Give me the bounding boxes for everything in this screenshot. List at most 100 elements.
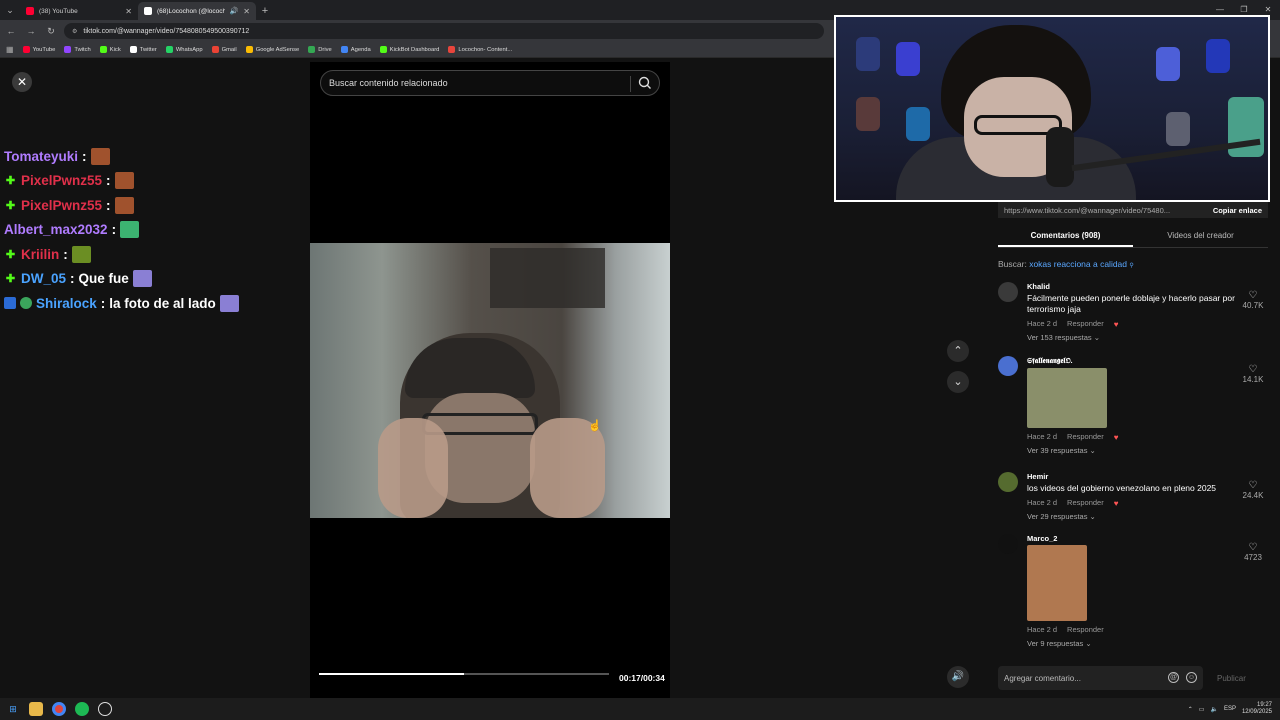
- streamer-webcam: [834, 15, 1270, 202]
- avatar[interactable]: [998, 472, 1018, 492]
- like-button[interactable]: ♡ 24.4K: [1238, 480, 1268, 500]
- avatar[interactable]: [998, 356, 1018, 376]
- search-query-link[interactable]: xokas reacciona a calidad: [1029, 259, 1127, 269]
- chat-username[interactable]: Albert_max2032: [4, 222, 108, 237]
- chat-username[interactable]: Kriilin: [21, 247, 59, 262]
- forward-icon[interactable]: →: [24, 26, 38, 36]
- browser-tab-tiktok[interactable]: (68)Locochon (@locochon... 🔊 ✕: [138, 2, 256, 20]
- site-info-icon[interactable]: ⚙: [72, 28, 77, 35]
- browser-tab-youtube[interactable]: (38) YouTube ✕: [20, 2, 138, 20]
- bookmark-label: KickBot Dashboard: [389, 46, 440, 53]
- tab-search-icon[interactable]: ⌄: [0, 0, 20, 20]
- tab-creator-videos[interactable]: Videos del creador: [1133, 224, 1268, 247]
- tab-comments[interactable]: Comentarios (908): [998, 224, 1133, 247]
- bookmark-item[interactable]: Agenda: [340, 46, 371, 53]
- chat-emote-icon: [114, 196, 134, 214]
- mention-icon[interactable]: @: [1168, 672, 1179, 683]
- close-video-button[interactable]: ✕: [12, 72, 32, 92]
- shelf-figure: [906, 107, 930, 141]
- comment-body: Hemir los videos del gobierno venezolano …: [1027, 472, 1242, 521]
- reply-button[interactable]: Responder: [1067, 625, 1104, 634]
- comment-username[interactable]: Khalid: [1027, 282, 1242, 291]
- close-tab-icon[interactable]: ✕: [125, 7, 132, 16]
- like-button[interactable]: ♡ 14.1K: [1238, 364, 1268, 384]
- previous-video-button[interactable]: ⌃: [947, 340, 969, 362]
- reply-button[interactable]: Responder: [1067, 498, 1104, 507]
- clock-date: 12/09/2025: [1241, 709, 1272, 715]
- bookmark-favicon-icon: [64, 46, 72, 53]
- video-progress-bar[interactable]: [319, 673, 609, 675]
- search-divider: [630, 76, 631, 92]
- next-video-button[interactable]: ⌄: [947, 371, 969, 393]
- obs-icon[interactable]: [98, 702, 112, 716]
- audio-icon[interactable]: 🔊: [230, 7, 239, 15]
- chat-username[interactable]: PixelPwnz55: [21, 173, 102, 188]
- comment-username[interactable]: Marco_2: [1027, 534, 1242, 543]
- file-explorer-icon[interactable]: [29, 702, 43, 716]
- chat-username[interactable]: DW_05: [21, 271, 66, 286]
- apps-icon[interactable]: ▦: [6, 45, 14, 54]
- language-indicator[interactable]: ESP: [1224, 706, 1236, 712]
- tray-chevron-icon[interactable]: ⌃: [1188, 706, 1193, 713]
- emoji-icon[interactable]: ☺: [1186, 672, 1197, 683]
- search-suggestion[interactable]: Buscar: xokas reacciona a calidad ⚲: [998, 259, 1134, 269]
- chat-username[interactable]: PixelPwnz55: [21, 198, 102, 213]
- avatar[interactable]: [998, 282, 1018, 302]
- chat-username[interactable]: Tomateyuki: [4, 149, 78, 164]
- chat-emote-icon: [71, 245, 91, 263]
- close-tab-icon[interactable]: ✕: [243, 7, 250, 16]
- copy-link-button[interactable]: Copiar enlace: [1213, 206, 1262, 215]
- bookmark-favicon-icon: [129, 46, 137, 53]
- bookmark-label: Locochon- Content...: [458, 46, 513, 53]
- related-search-input[interactable]: Buscar contenido relacionado: [320, 70, 660, 96]
- bookmark-item[interactable]: Twitter: [129, 46, 157, 53]
- bookmark-item[interactable]: Drive: [308, 46, 332, 53]
- comment-username[interactable]: Hemir: [1027, 472, 1242, 481]
- avatar[interactable]: [998, 534, 1018, 554]
- comment-image[interactable]: [1027, 545, 1087, 621]
- chat-username[interactable]: Shiralock: [36, 296, 97, 311]
- chrome-icon[interactable]: [52, 702, 66, 716]
- volume-tray-icon[interactable]: 🔈: [1210, 706, 1217, 713]
- volume-icon[interactable]: 🔊: [947, 666, 969, 688]
- comment-image[interactable]: [1027, 368, 1107, 428]
- video-background-window: [490, 248, 605, 308]
- bookmark-label: Google AdSense: [255, 46, 300, 53]
- view-replies-button[interactable]: Ver 39 respuestas ⌄: [1027, 446, 1242, 455]
- reload-icon[interactable]: ↻: [44, 26, 58, 37]
- comments-panel: https://www.tiktok.com/@wannager/video/7…: [980, 202, 1280, 698]
- clock[interactable]: 19:27 12/09/2025: [1242, 702, 1272, 716]
- bookmark-item[interactable]: YouTube: [22, 46, 55, 53]
- network-icon[interactable]: ▭: [1199, 706, 1205, 713]
- url-bar[interactable]: ⚙ tiktok.com/@wannager/video/75480805495…: [64, 23, 824, 39]
- bookmark-item[interactable]: Kick: [99, 46, 121, 53]
- spotify-icon[interactable]: [75, 702, 89, 716]
- like-button[interactable]: ♡ 40.7K: [1238, 290, 1268, 310]
- view-replies-button[interactable]: Ver 29 respuestas ⌄: [1027, 512, 1242, 521]
- chat-separator: :: [111, 222, 117, 238]
- comment-username[interactable]: 𝕾𝖋𝖆𝖑𝖑𝖊𝖓𝖆𝖓𝖌𝖊𝖑𝕺.: [1027, 356, 1242, 366]
- kick-badge-icon: ✚: [5, 175, 16, 188]
- bookmark-item[interactable]: Google AdSense: [245, 46, 300, 53]
- bookmark-favicon-icon: [308, 46, 316, 53]
- reply-button[interactable]: Responder: [1067, 432, 1104, 441]
- search-icon[interactable]: [637, 75, 653, 91]
- publish-button[interactable]: Publicar: [1217, 674, 1246, 683]
- chat-separator: :: [63, 246, 68, 262]
- comment-input[interactable]: Agregar comentario... @ ☺: [998, 666, 1203, 690]
- view-replies-button[interactable]: Ver 9 respuestas ⌄: [1027, 639, 1242, 648]
- like-button[interactable]: ♡ 4723: [1238, 542, 1268, 562]
- new-tab-button[interactable]: +: [256, 2, 274, 20]
- back-icon[interactable]: ←: [4, 26, 18, 36]
- windows-start-icon[interactable]: ⊞: [6, 702, 20, 716]
- bookmark-item[interactable]: WhatsApp: [165, 46, 203, 53]
- view-replies-button[interactable]: Ver 153 respuestas ⌄: [1027, 333, 1242, 342]
- reply-button[interactable]: Responder: [1067, 319, 1104, 328]
- video-player[interactable]: Buscar contenido relacionado ☝ 00:17/00:…: [310, 62, 670, 698]
- bookmark-item[interactable]: Locochon- Content...: [448, 46, 512, 53]
- bookmark-item[interactable]: Gmail: [211, 46, 237, 53]
- bookmark-favicon-icon: [99, 46, 107, 53]
- bookmark-item[interactable]: Twitch: [64, 46, 91, 53]
- bookmark-item[interactable]: KickBot Dashboard: [379, 46, 440, 53]
- comment-meta: Hace 2 d Responder ♥: [1027, 498, 1242, 508]
